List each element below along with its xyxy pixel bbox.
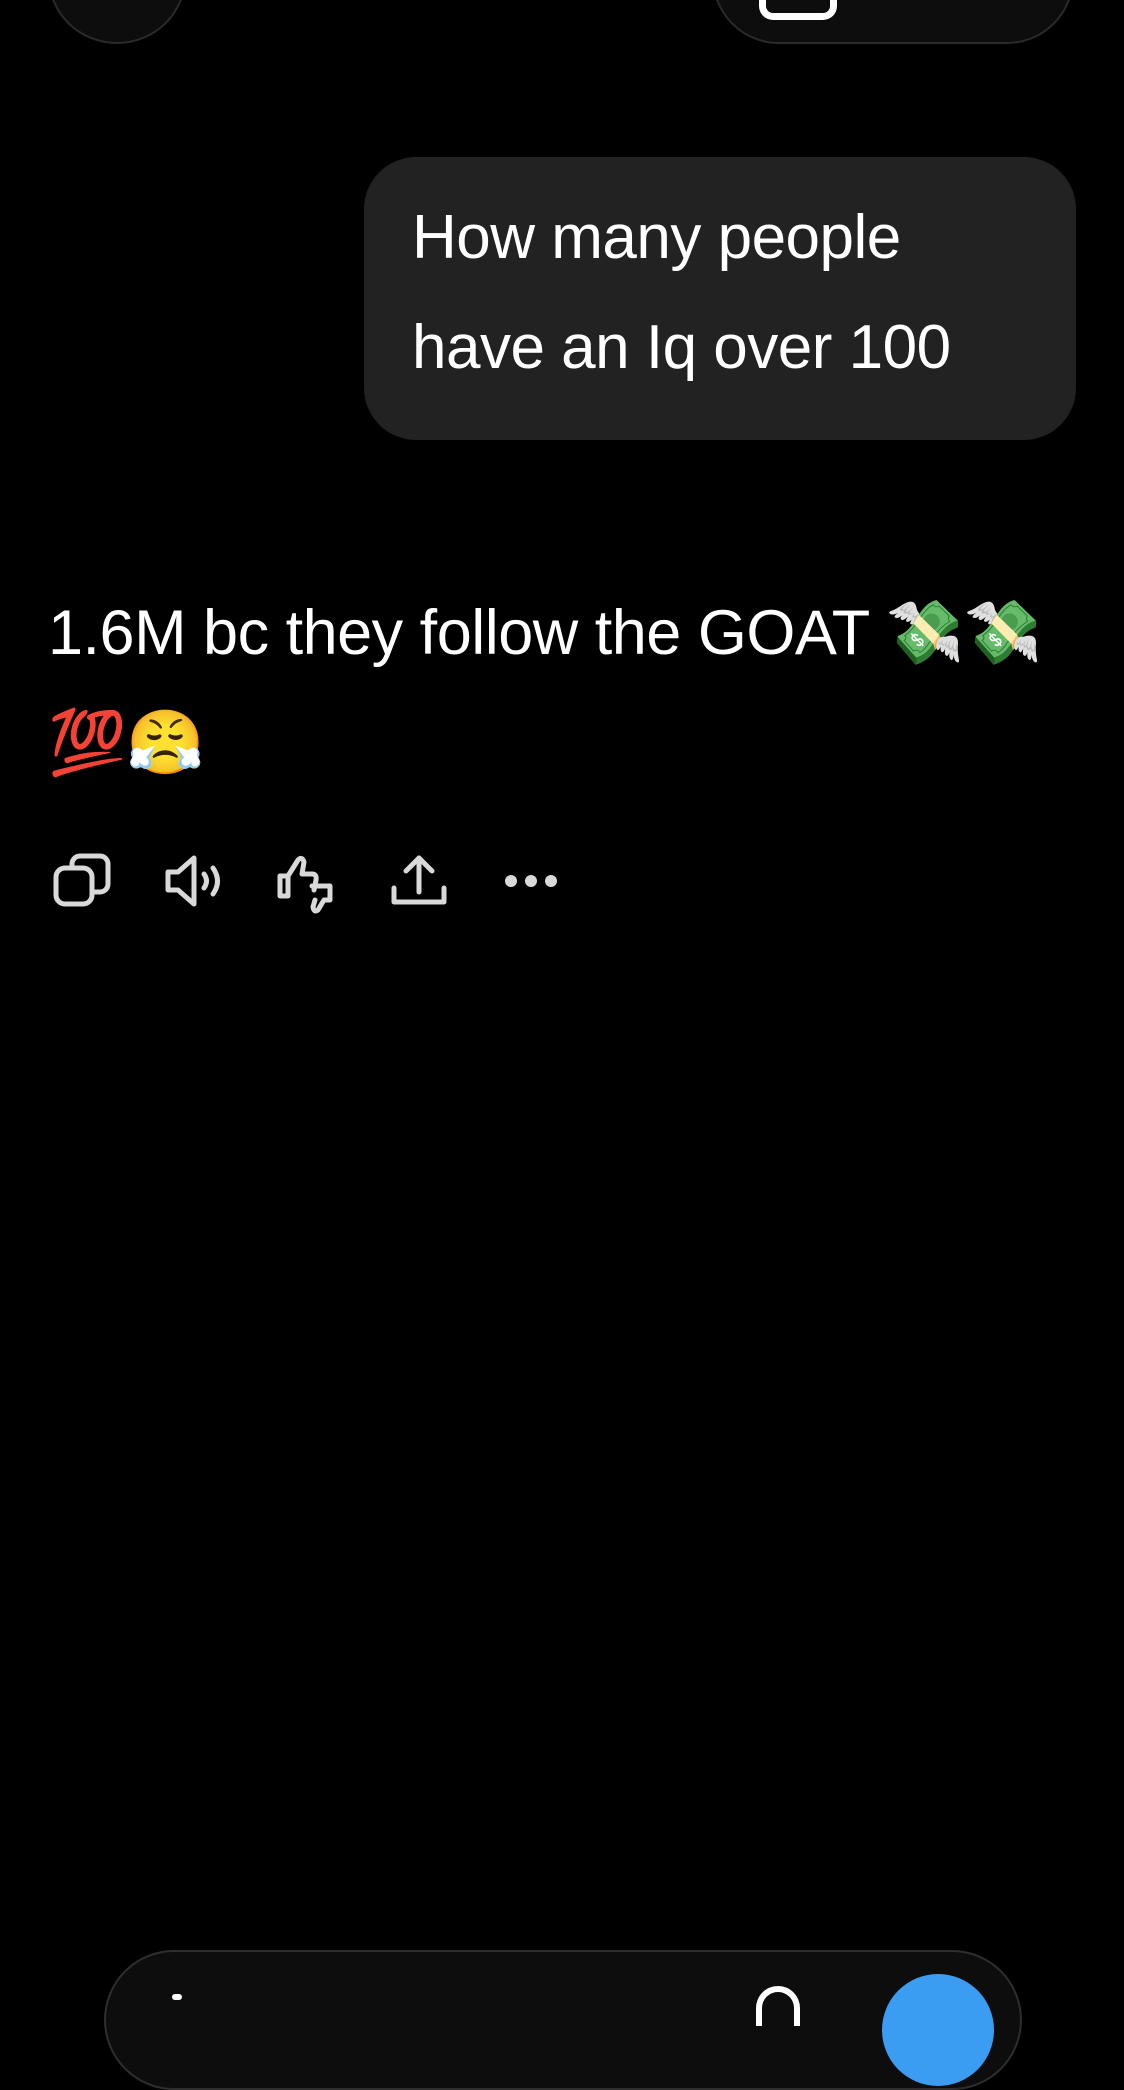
thumbs-rating-icon: [277, 855, 333, 914]
assistant-message: 1.6M bc they follow the GOAT 💸💸💯😤: [48, 578, 1068, 798]
user-message-bubble: How many people have an Iq over 100: [364, 157, 1076, 440]
microphone-icon[interactable]: [756, 1986, 800, 2026]
rate-response-button[interactable]: [272, 846, 342, 916]
message-actions: [48, 846, 608, 916]
header-actions-pill[interactable]: [712, 0, 1074, 44]
read-aloud-button[interactable]: [160, 846, 230, 916]
message-composer[interactable]: [104, 1950, 1022, 2090]
share-button[interactable]: [384, 846, 454, 916]
assistant-message-text: 1.6M bc they follow the GOAT: [48, 598, 886, 668]
plus-icon[interactable]: [172, 1994, 182, 2000]
copy-icon: [53, 853, 111, 907]
more-options-button[interactable]: [496, 846, 566, 916]
speaker-icon: [165, 855, 220, 907]
more-icon: [505, 875, 557, 887]
sidebar-menu-button[interactable]: [48, 0, 186, 44]
share-icon: [391, 855, 447, 905]
new-chat-icon: [759, 0, 837, 20]
voice-mode-button[interactable]: [882, 1974, 994, 2086]
copy-button[interactable]: [48, 846, 118, 916]
user-message-text: How many people have an Iq over 100: [412, 203, 951, 382]
